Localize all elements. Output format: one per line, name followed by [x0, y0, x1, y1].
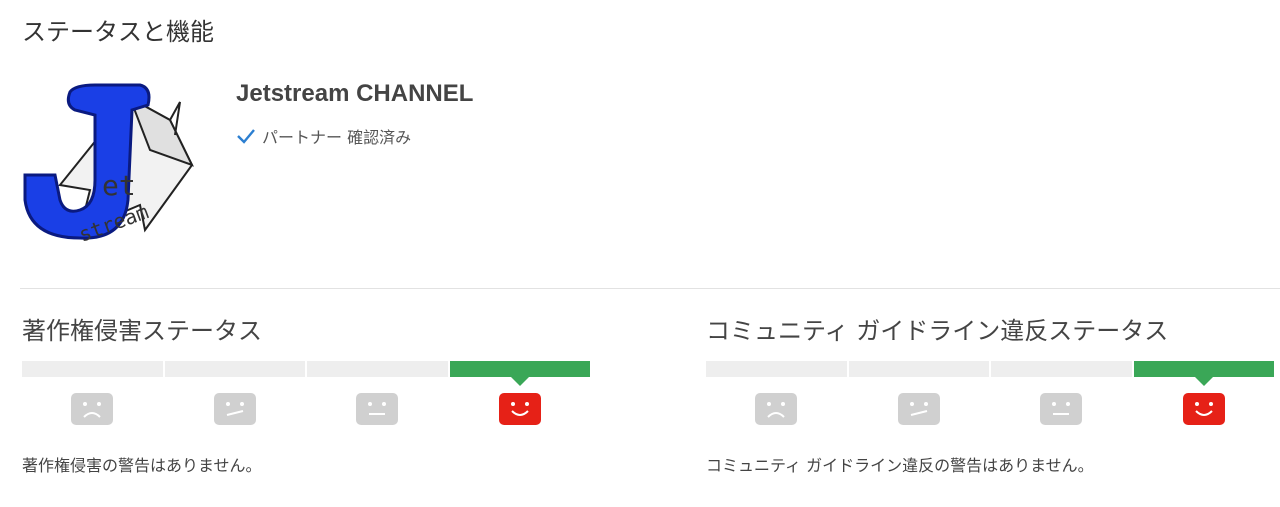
checkmark-icon — [237, 129, 255, 144]
smile-face-icon — [1182, 393, 1225, 425]
partner-verified-badge: パートナー 確認済み — [236, 124, 411, 148]
copyright-status-faces — [22, 392, 590, 426]
page-title: ステータスと機能 — [22, 18, 214, 46]
channel-logo[interactable]: et stream — [20, 80, 198, 247]
neutral-face-icon — [1040, 393, 1083, 425]
community-guidelines-status-faces — [706, 392, 1274, 426]
copyright-status-message: 著作権侵害の警告はありません。 — [22, 456, 262, 475]
uneasy-face-icon — [213, 393, 256, 425]
frown-face-icon — [71, 393, 114, 425]
frown-face-icon — [755, 393, 798, 425]
community-guidelines-status-panel: コミュニティ ガイドライン違反ステータス コミュニティ ガイドライン違反の警告は… — [706, 314, 1276, 494]
copyright-status-title: 著作権侵害ステータス — [22, 317, 262, 345]
community-guidelines-status-meter — [706, 361, 1274, 386]
community-guidelines-status-message: コミュニティ ガイドライン違反の警告はありません。 — [706, 456, 1094, 475]
copyright-status-meter — [22, 361, 590, 386]
copyright-status-panel: 著作権侵害ステータス 著作権侵害の警告はありません。 — [22, 314, 592, 494]
partner-verified-label: パートナー 確認済み — [262, 128, 412, 147]
meter-segment-2 — [164, 361, 305, 377]
community-guidelines-status-title: コミュニティ ガイドライン違反ステータス — [706, 317, 1169, 345]
meter-segment-3 — [991, 361, 1132, 377]
neutral-face-icon — [356, 393, 399, 425]
meter-segment-2 — [848, 361, 989, 377]
meter-segment-4-active — [1133, 361, 1274, 386]
uneasy-face-icon — [897, 393, 940, 425]
meter-segment-1 — [706, 361, 847, 377]
meter-segment-1 — [22, 361, 163, 377]
meter-segment-3 — [307, 361, 448, 377]
smile-face-icon — [498, 393, 541, 425]
section-divider — [20, 288, 1280, 289]
svg-text:et: et — [102, 169, 136, 202]
channel-name: Jetstream CHANNEL — [236, 80, 474, 107]
meter-segment-4-active — [449, 361, 590, 386]
